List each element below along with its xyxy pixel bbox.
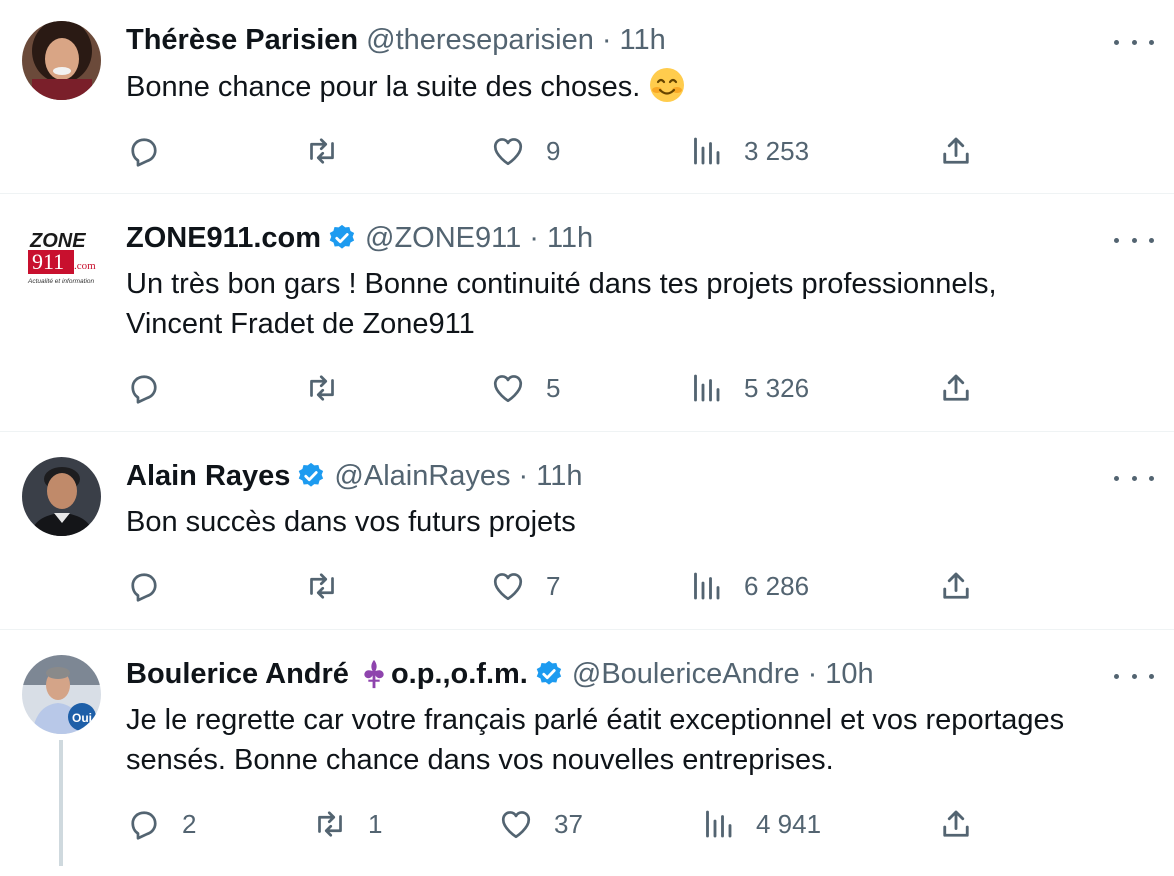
tweet[interactable]: Thérèse Parisien @thereseparisien · 11h … — [0, 0, 1174, 193]
tweet-text-container: Bon succès dans vos futurs projets — [126, 502, 1146, 542]
tweet[interactable]: ZONE 911 .com Actualité et information Z… — [0, 194, 1174, 431]
retweet-button[interactable] — [304, 368, 360, 408]
separator-dot: · — [807, 658, 818, 690]
views-chart-icon — [694, 374, 720, 402]
retweet-icon — [310, 138, 334, 164]
heart-icon — [493, 573, 523, 601]
separator-dot: · — [529, 222, 539, 254]
oui-badge-text: Oui — [72, 711, 92, 725]
timestamp[interactable]: 11h — [536, 458, 582, 494]
like-count: 37 — [554, 808, 583, 839]
tweet-text-line: Vincent Fradet de Zone911 — [126, 308, 475, 340]
tweet[interactable]: Alain Rayes @AlainRayes · 11h Bon succès… — [0, 432, 1174, 629]
share-icon — [943, 810, 969, 837]
retweet-icon — [310, 375, 334, 401]
heart-icon — [501, 811, 531, 839]
views-chart-icon — [694, 572, 720, 600]
author-handle[interactable]: @BoulericeAndre — [572, 656, 800, 692]
tweet-text-line: Un très bon gars ! Bonne continuité dans… — [126, 268, 997, 300]
reply-count: 2 — [182, 808, 197, 839]
views-button[interactable]: 6 286 — [688, 566, 809, 606]
zone911-logo-avatar[interactable]: ZONE 911 .com Actualité et information — [22, 217, 101, 296]
like-button[interactable]: 5 — [490, 368, 560, 408]
retweet-button[interactable] — [304, 566, 360, 606]
view-count: 5 326 — [744, 372, 810, 403]
logo-com-text: .com — [74, 260, 96, 272]
logo-number-text: 911 — [32, 249, 64, 274]
more-options-icon[interactable] — [1114, 32, 1154, 52]
like-button[interactable]: 37 — [498, 804, 583, 844]
retweet-icon — [310, 573, 334, 599]
like-button[interactable]: 9 — [490, 131, 560, 171]
views-chart-icon — [706, 810, 732, 838]
reply-button[interactable] — [126, 131, 182, 171]
author-name[interactable]: Boulerice André — [126, 656, 349, 692]
tweet-text-line: Je le regrette car votre français parlé … — [126, 704, 1065, 736]
author-name[interactable]: Alain Rayes — [126, 458, 290, 494]
separator-dot: · — [601, 24, 612, 56]
retweet-button[interactable] — [304, 131, 360, 171]
tweet-text-line: sensés. Bonne chance dans vos nouvelles … — [126, 744, 834, 776]
views-button[interactable]: 3 253 — [688, 131, 809, 171]
share-button[interactable] — [938, 368, 974, 408]
fleur-de-lis-icon — [364, 659, 384, 689]
view-count: 4 941 — [756, 808, 822, 839]
reply-icon — [131, 573, 157, 602]
views-chart-icon — [694, 137, 720, 165]
author-handle[interactable]: @ZONE911 — [365, 220, 521, 256]
reply-button[interactable]: 2 — [126, 804, 196, 844]
author-handle[interactable]: @thereseparisien — [366, 22, 594, 58]
reply-icon — [131, 375, 157, 404]
author-name-suffix[interactable]: o.p.,o.f.m. — [391, 656, 528, 692]
tweet-text-container: Un très bon gars ! Bonne continuité dans… — [126, 264, 1146, 344]
verified-badge-icon[interactable] — [534, 659, 564, 689]
view-count: 3 253 — [744, 135, 810, 166]
share-icon — [943, 137, 969, 164]
tweet[interactable]: Oui Boulerice André o.p.,o.f.m. @Bouleri… — [0, 630, 1174, 876]
thread-connector-line — [59, 740, 63, 866]
like-count: 7 — [546, 570, 561, 601]
more-options-icon[interactable] — [1114, 468, 1154, 488]
tweet-text-container: Je le regrette car votre français parlé … — [126, 700, 1146, 780]
timestamp[interactable]: 10h — [825, 656, 873, 692]
author-name[interactable]: ZONE911.com — [126, 220, 321, 256]
timestamp[interactable]: 11h — [547, 220, 593, 256]
retweet-count: 1 — [368, 808, 383, 839]
avatar[interactable]: Oui — [22, 655, 101, 734]
verified-badge-icon[interactable] — [296, 461, 326, 491]
more-options-icon[interactable] — [1114, 666, 1154, 686]
views-button[interactable]: 4 941 — [700, 804, 821, 844]
share-button[interactable] — [938, 566, 974, 606]
reply-icon — [131, 811, 157, 840]
heart-icon — [493, 375, 523, 403]
share-button[interactable] — [938, 131, 974, 171]
tweet-text-container: Bonne chance pour la suite des choses. — [126, 66, 1146, 107]
avatar[interactable] — [22, 457, 101, 536]
author-name[interactable]: Thérèse Parisien — [126, 22, 358, 58]
like-count: 9 — [546, 135, 561, 166]
views-button[interactable]: 5 326 — [688, 368, 809, 408]
retweet-icon — [318, 811, 342, 837]
reply-button[interactable] — [126, 566, 182, 606]
like-button[interactable]: 7 — [490, 566, 560, 606]
separator-dot: · — [518, 460, 529, 492]
share-icon — [943, 572, 969, 599]
heart-icon — [493, 138, 523, 166]
share-icon — [943, 374, 969, 401]
reply-button[interactable] — [126, 368, 182, 408]
more-options-icon[interactable] — [1114, 230, 1154, 250]
tweet-text: Bonne chance pour la suite des choses. — [126, 71, 641, 103]
share-button[interactable] — [938, 804, 974, 844]
author-handle[interactable]: @AlainRayes — [334, 458, 510, 494]
timestamp[interactable]: 11h — [620, 22, 666, 58]
tweet-text: Bon succès dans vos futurs projets — [126, 506, 576, 538]
avatar[interactable] — [22, 21, 101, 100]
logo-tagline-text: Actualité et information — [27, 278, 95, 285]
view-count: 6 286 — [744, 570, 810, 601]
retweet-button[interactable]: 1 — [312, 804, 382, 844]
reply-icon — [131, 138, 157, 167]
smiling-face-emoji-icon — [650, 68, 685, 102]
like-count: 5 — [546, 372, 561, 403]
verified-badge-icon[interactable] — [327, 223, 357, 253]
